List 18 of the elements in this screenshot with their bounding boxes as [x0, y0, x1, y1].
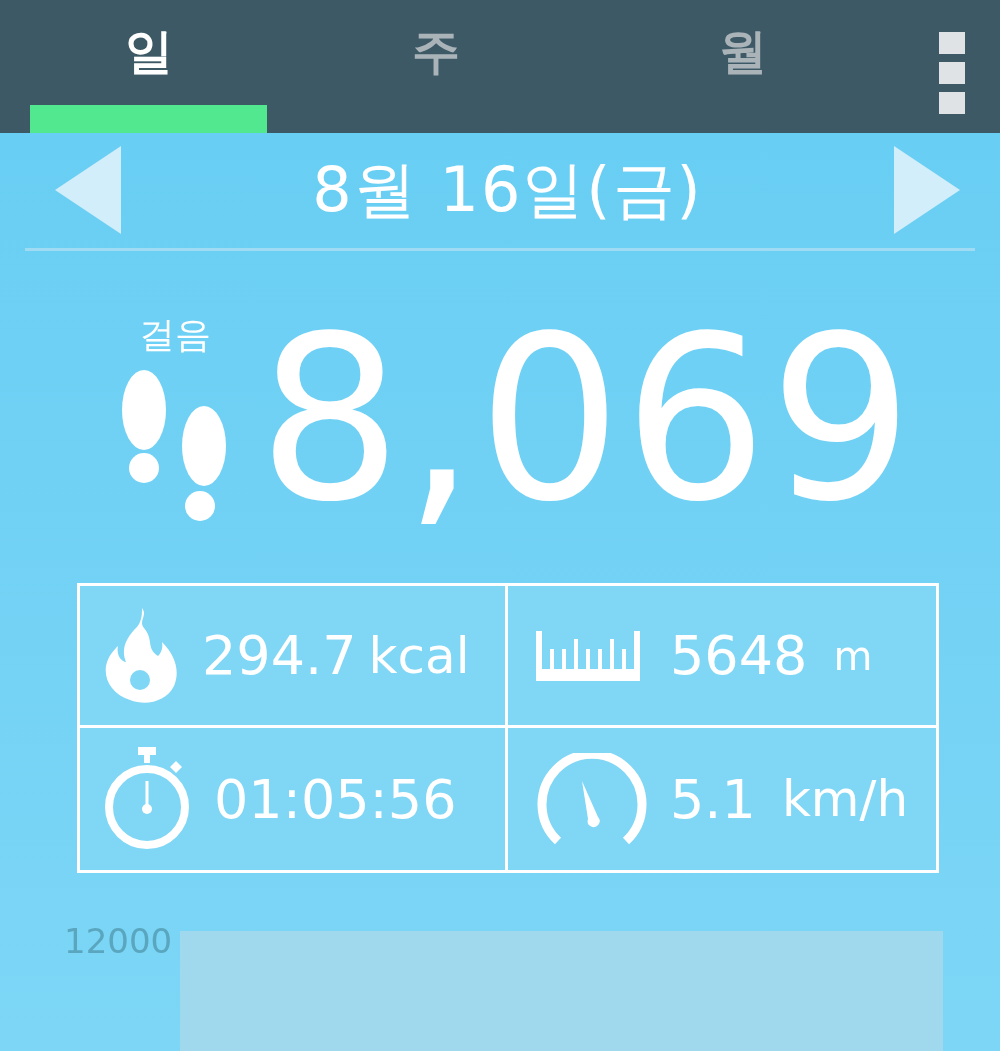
tab[interactable]: 월 — [624, 0, 861, 133]
next-button[interactable] — [894, 146, 960, 235]
stat-unit: m — [833, 632, 873, 679]
tab[interactable]: 일 — [30, 0, 267, 133]
stat-value: 5.1 — [670, 767, 756, 831]
date-title: 8월 16일(금) — [312, 152, 703, 229]
stat-unit: kcal — [368, 626, 470, 685]
step-count: 8,069 — [258, 306, 915, 533]
speedometer-icon — [536, 753, 648, 845]
menu-icon[interactable] — [939, 32, 965, 114]
stat-value: 5648 — [670, 624, 808, 687]
stopwatch-icon — [102, 747, 192, 851]
steps-label: 걸음 — [139, 313, 211, 358]
stat-value: 294.7 — [202, 624, 357, 687]
stat-unit: km/h — [781, 770, 909, 828]
tab[interactable]: 주 — [317, 0, 554, 133]
previous-button[interactable] — [55, 146, 121, 235]
stat-value: 01:05:56 — [214, 767, 457, 831]
